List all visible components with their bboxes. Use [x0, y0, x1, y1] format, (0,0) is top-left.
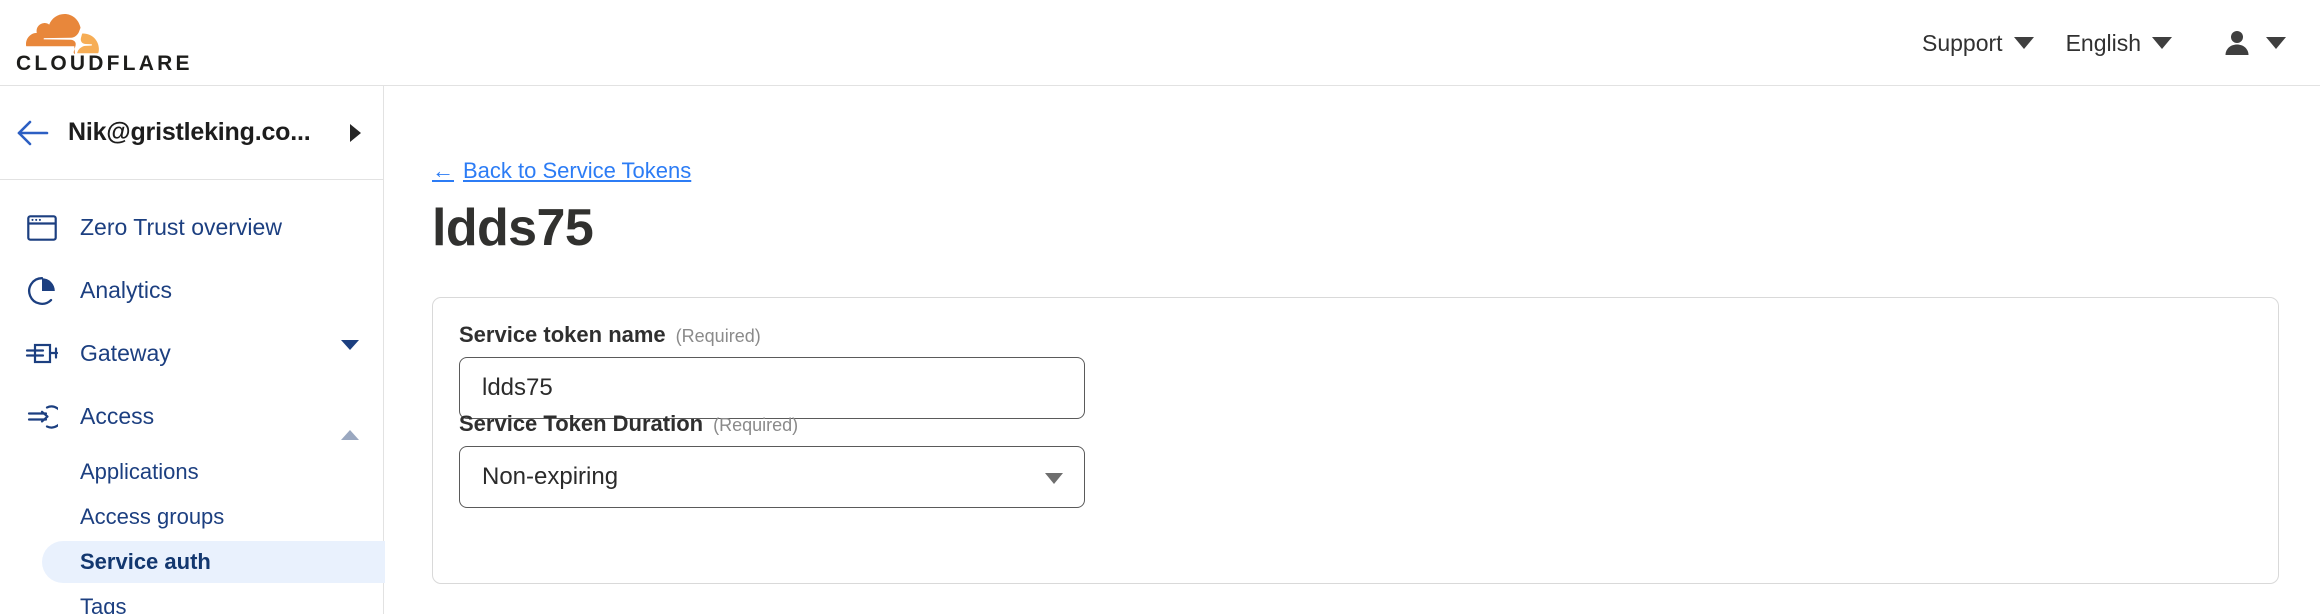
account-menu[interactable] [2188, 22, 2298, 64]
sidebar-item-gateway[interactable]: Gateway [0, 322, 383, 385]
chevron-down-icon [2152, 37, 2172, 49]
main-content: ← Back to Service Tokens ldds75 Service … [385, 86, 2320, 614]
sidebar-item-label: Gateway [80, 340, 171, 366]
back-arrow-icon[interactable] [14, 114, 52, 152]
cloudflare-logo[interactable]: CLOUDFLARE [12, 8, 192, 74]
account-name: Nik@gristleking.co... [68, 118, 311, 146]
chevron-down-icon [2266, 37, 2286, 49]
back-to-service-tokens-link[interactable]: ← Back to Service Tokens [432, 158, 691, 184]
back-link-label: Back to Service Tokens [463, 158, 692, 183]
page-title: ldds75 [432, 199, 594, 257]
account-switcher-row[interactable]: Nik@gristleking.co... [0, 86, 383, 180]
user-avatar-icon [2225, 31, 2249, 55]
service-token-form-card: Service token name (Required) Service To… [432, 297, 2279, 584]
chevron-right-icon [350, 123, 361, 142]
cloudflare-cloud-mark [26, 14, 99, 54]
sidebar: Nik@gristleking.co... Zero Trust overvie… [0, 86, 385, 614]
sidebar-submenu-access: Applications Access groups Service auth … [0, 451, 385, 614]
sidebar-item-label: Analytics [80, 277, 173, 303]
sidebar-item-zero-trust-overview[interactable]: Zero Trust overview [0, 196, 383, 259]
field-label: Service token name [459, 322, 666, 347]
chevron-down-icon [341, 339, 359, 367]
service-token-duration-select-wrap: Non-expiring [459, 446, 1085, 508]
sidebar-item-service-auth[interactable]: Service auth [42, 541, 385, 583]
access-arrow-icon [22, 397, 62, 437]
sidebar-item-access-groups[interactable]: Access groups [0, 496, 383, 538]
field-label-row: Service Token Duration (Required) [459, 411, 1085, 437]
language-menu-label: English [2065, 29, 2141, 56]
sidebar-subitem-label: Access groups [80, 504, 225, 529]
chevron-up-icon [341, 412, 359, 440]
sidebar-subitem-label: Service auth [80, 549, 211, 574]
sidebar-subitem-label: Applications [80, 459, 199, 484]
sidebar-item-analytics[interactable]: Analytics [0, 259, 383, 322]
sidebar-item-access[interactable]: Access [0, 385, 383, 448]
sidebar-nav: Zero Trust overview Analytics Gateway Ac… [0, 180, 385, 614]
support-menu[interactable]: Support [1906, 24, 2050, 63]
gateway-icon [22, 334, 62, 374]
header-right-menus: Support English [1906, 0, 2298, 86]
left-arrow-icon: ← [432, 158, 454, 183]
service-token-name-field: Service token name (Required) [459, 322, 1085, 419]
sidebar-item-label: Access [80, 403, 155, 429]
svg-text:CLOUDFLARE: CLOUDFLARE [16, 52, 192, 74]
expand-gateway-toggle[interactable] [341, 339, 359, 368]
field-required-hint: (Required) [713, 415, 799, 435]
collapse-access-toggle[interactable] [341, 412, 359, 440]
select-selected-value: Non-expiring [482, 463, 619, 490]
service-token-name-input[interactable] [459, 357, 1085, 419]
browser-window-icon [22, 208, 62, 248]
language-menu[interactable]: English [2050, 24, 2188, 63]
sidebar-item-label: Zero Trust overview [80, 214, 282, 240]
support-menu-label: Support [1922, 29, 2003, 56]
cloudflare-wordmark: CLOUDFLARE [16, 52, 192, 74]
top-header: CLOUDFLARE Support English [0, 0, 2320, 86]
sidebar-item-tags[interactable]: Tags [0, 586, 383, 614]
field-label: Service Token Duration [459, 411, 704, 436]
service-token-duration-select[interactable]: Non-expiring [459, 446, 1085, 508]
pie-chart-icon [22, 271, 62, 311]
service-token-duration-field: Service Token Duration (Required) Non-ex… [459, 411, 1085, 508]
chevron-down-icon [2013, 37, 2034, 49]
sidebar-item-applications[interactable]: Applications [0, 451, 383, 493]
field-required-hint: (Required) [675, 326, 761, 346]
field-label-row: Service token name (Required) [459, 322, 1085, 348]
sidebar-subitem-label: Tags [80, 594, 127, 614]
